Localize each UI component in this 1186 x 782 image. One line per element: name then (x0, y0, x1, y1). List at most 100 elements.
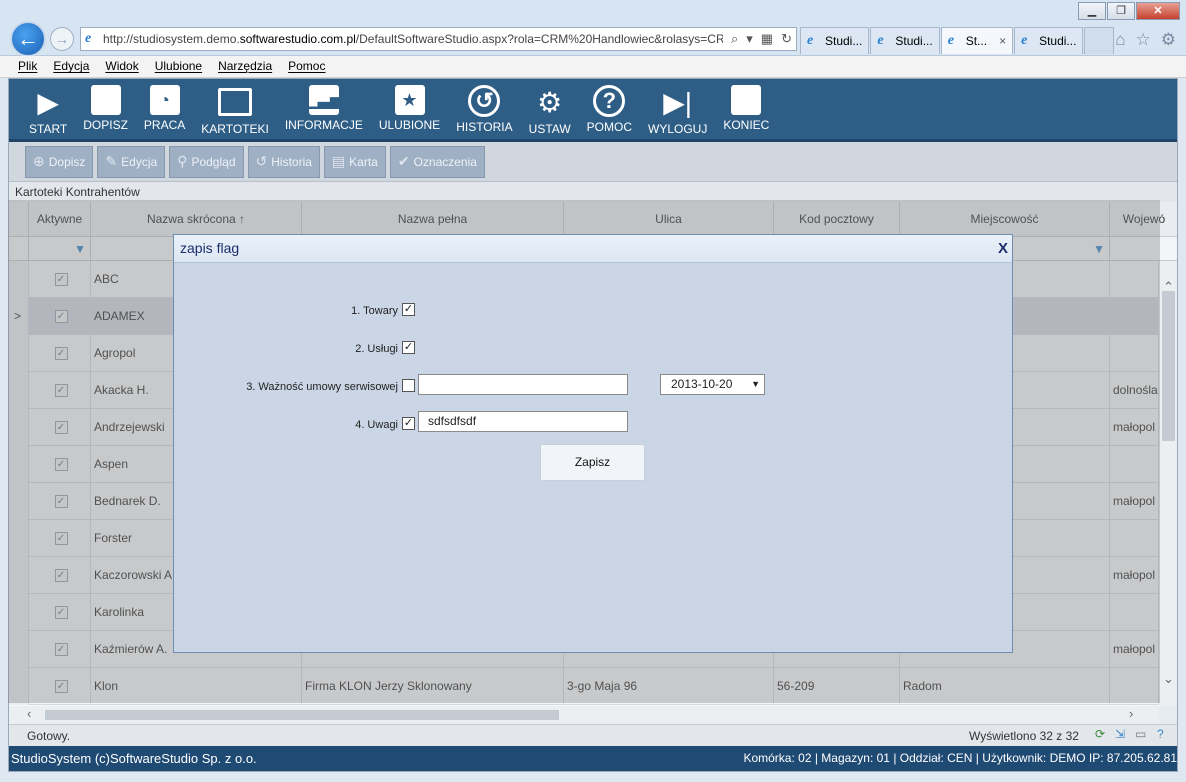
gauge-icon: ◔ (149, 85, 180, 115)
favorites-star-icon[interactable]: ☆ (1136, 30, 1151, 50)
browser-tab[interactable]: e Studi... (1014, 27, 1084, 54)
forward-button[interactable]: → (50, 27, 74, 51)
window-controls: ▁ ❐ ✕ (1077, 2, 1180, 20)
print-icon[interactable]: ▭ (1135, 727, 1146, 741)
session-info: Komórka: 02 | Magazyn: 01 | Oddział: CEN… (743, 751, 1177, 765)
magnifier-icon: ⚲ (177, 153, 188, 169)
export-icon[interactable]: ⇲ (1115, 727, 1125, 741)
minimize-button[interactable]: ▁ (1078, 2, 1106, 20)
dropdown-icon[interactable]: ▾ (746, 31, 753, 47)
home-icon[interactable]: ⌂ (1115, 30, 1125, 50)
document-icon (90, 85, 121, 115)
chart-icon: ▁▃▅ (305, 85, 342, 115)
help-icon[interactable]: ? (1157, 727, 1164, 741)
scroll-left-icon[interactable]: ‹ (27, 706, 31, 721)
status-line: Gotowy. Wyświetlono 32 z 32 ⟳ ⇲ ▭ ? (9, 724, 1177, 746)
close-icon[interactable]: X (998, 236, 1008, 262)
history-icon: ↺ (468, 85, 501, 117)
browser-tab[interactable]: e Studi... (800, 27, 870, 54)
date-value: 2013-10-20 (671, 377, 733, 391)
toolbar-pomoc[interactable]: ? POMOC (579, 85, 640, 139)
towary-checkbox[interactable]: ✓ (402, 303, 415, 316)
towary-label: 1. Towary (351, 305, 398, 317)
status-text: Gotowy. (27, 729, 71, 743)
menu-widok[interactable]: Widok (105, 56, 138, 77)
toolbar-wyloguj[interactable]: ▶| WYLOGUJ (640, 85, 715, 139)
browser-tab-active[interactable]: e St... × (940, 27, 1014, 54)
vertical-scrollbar[interactable]: ⌃ ⌄ (1159, 261, 1177, 706)
ie-icon: e (877, 33, 884, 48)
ie-icon: e (807, 33, 814, 48)
help-icon: ? (593, 85, 626, 117)
scroll-right-icon[interactable]: › (1129, 706, 1133, 721)
address-bar[interactable]: e http://studiosystem.demo.softwarestudi… (80, 27, 797, 51)
uwagi-label: 4. Uwagi (355, 419, 398, 431)
search-icon[interactable]: ⌕ (731, 31, 738, 47)
toolbar-praca[interactable]: ◔ PRACA (136, 85, 193, 139)
horizontal-scrollbar[interactable]: ‹ › (9, 706, 1159, 724)
menu-pomoc[interactable]: Pomoc (288, 56, 325, 77)
waznosc-umowy-input[interactable] (418, 374, 628, 395)
logout-icon: ▶| (663, 86, 693, 118)
toolbar-ustaw[interactable]: ⚙ USTAW (521, 85, 579, 139)
card-icon: ▤ (331, 153, 346, 169)
ie-icon: e (947, 33, 954, 48)
menu-edycja[interactable]: Edycja (53, 56, 89, 77)
app-footer: StudioSystem (c)SoftwareStudio Sp. z o.o… (9, 746, 1177, 771)
refresh-icon[interactable]: ⟳ (1095, 727, 1105, 741)
waznosc-umowy-label: 3. Ważność umowy serwisowej (246, 381, 398, 393)
action-bar: ⊕ Dopisz ✎ Edycja ⚲ Podgląd ↺ Historia ▤ Kart… (9, 142, 1177, 182)
toolbar-informacje[interactable]: ▁▃▅ INFORMACJE (277, 85, 371, 139)
close-window-button[interactable]: ✕ (1136, 2, 1180, 20)
tab-close-icon[interactable]: × (999, 34, 1006, 48)
toolbar-historia[interactable]: ↺ HISTORIA (448, 85, 520, 139)
uwagi-checkbox[interactable]: ✓ (402, 417, 415, 430)
scroll-thumb[interactable] (45, 710, 559, 720)
refresh-icon[interactable]: ↻ (781, 31, 792, 47)
menu-plik[interactable]: Plik (18, 56, 37, 77)
karta-button[interactable]: ▤ Karta (323, 145, 386, 178)
dialog-title: zapis flag (180, 240, 240, 256)
browser-tab[interactable]: e Studi... (870, 27, 940, 54)
record-count: Wyświetlono 32 z 32 (969, 729, 1079, 743)
ie-icon: e (85, 31, 92, 46)
chevron-down-icon: ▼ (751, 379, 760, 389)
main-toolbar: ▶ START DOPISZ ◔ PRACA KARTOTEKI ▁▃▅ INFORM… (9, 79, 1177, 142)
podglad-button[interactable]: ⚲ Podgląd (169, 145, 244, 178)
toolbar-koniec[interactable]: KONIEC (715, 85, 777, 139)
toolbar-dopisz[interactable]: DOPISZ (75, 85, 136, 139)
ie-icon: e (1021, 33, 1028, 48)
history-icon: ↺ (255, 153, 268, 169)
oznaczenia-button[interactable]: ✔ Oznaczenia (389, 145, 485, 178)
menu-ulubione[interactable]: Ulubione (155, 56, 202, 77)
dopisz-button[interactable]: ⊕ Dopisz (25, 145, 94, 178)
menu-narzedzia[interactable]: Narzędzia (218, 56, 272, 77)
uwagi-input[interactable]: sdfsdfsdf (418, 411, 628, 432)
zapis-flag-dialog: zapis flag X 1. Towary ✓ 2. Usługi ✓ 3. … (173, 234, 1013, 653)
historia-button[interactable]: ↺ Historia (247, 145, 320, 178)
uslugi-checkbox[interactable]: ✓ (402, 341, 415, 354)
dialog-header: zapis flag X (174, 235, 1012, 263)
stop-icon (731, 85, 762, 115)
toolbar-ulubione[interactable]: ★ ULUBIONE (371, 85, 448, 139)
waznosc-umowy-checkbox[interactable] (402, 379, 415, 392)
maximize-button[interactable]: ❐ (1107, 2, 1135, 20)
settings-gear-icon[interactable]: ⚙ (1161, 30, 1176, 50)
check-icon: ✔ (397, 153, 410, 169)
browser-right-icons: ⌂ ☆ ⚙ (1115, 30, 1176, 50)
compat-view-icon[interactable]: ▦ (761, 31, 773, 47)
forward-arrow-icon: → (55, 31, 69, 47)
scroll-down-icon[interactable]: ⌄ (1163, 671, 1174, 687)
back-button[interactable]: ← (10, 21, 46, 57)
scroll-thumb[interactable] (1162, 291, 1175, 441)
browser-tabs: e Studi... e Studi... e St... × e Studi... (800, 27, 1115, 54)
zapisz-button[interactable]: Zapisz (540, 444, 645, 481)
new-tab-button[interactable] (1084, 27, 1115, 54)
date-select[interactable]: 2013-10-20 ▼ (660, 374, 765, 395)
edycja-button[interactable]: ✎ Edycja (97, 145, 166, 178)
toolbar-kartoteki[interactable]: KARTOTEKI (193, 85, 277, 139)
url-text[interactable]: http://studiosystem.demo.softwarestudio.… (103, 32, 723, 46)
star-icon: ★ (394, 85, 425, 115)
toolbar-start[interactable]: ▶ START (21, 85, 75, 139)
back-arrow-icon: ← (17, 26, 39, 51)
